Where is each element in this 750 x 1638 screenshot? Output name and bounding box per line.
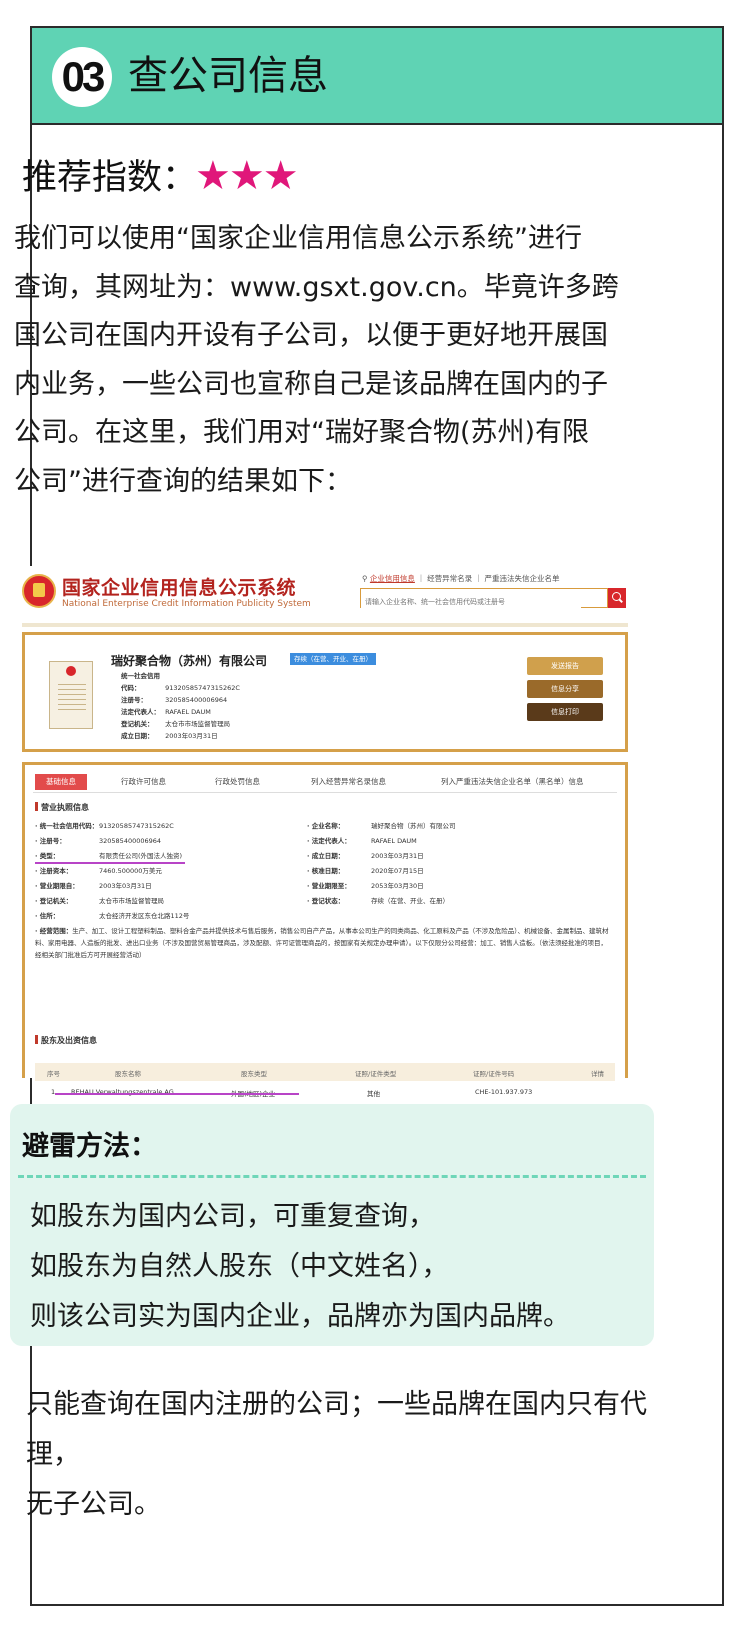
header-divider <box>22 623 628 627</box>
note-line: 无子公司。 <box>26 1489 161 1520</box>
company-summary: 瑞好聚合物（苏州）有限公司 存续（在营、开业、在册） 统一社会信用代码： 913… <box>22 632 628 752</box>
company-field: 统一社会信用代码： 91320585747315262C <box>121 672 240 692</box>
detail-field: · 住所： 太仓经济开发区东仓北路112号 <box>35 912 190 920</box>
rating-stars: ★★★ <box>195 153 299 199</box>
share-info-button[interactable]: 信息分享 <box>527 680 603 698</box>
site-subtitle: National Enterprise Credit Information P… <box>62 599 311 609</box>
detail-tabs: 基础信息 行政许可信息 行政处罚信息 列入经营异常名录信息 列入严重违法失信企业… <box>33 771 617 793</box>
send-report-button[interactable]: 发送报告 <box>527 657 603 675</box>
print-info-button[interactable]: 信息打印 <box>527 703 603 721</box>
intro-line: 我们可以使用“国家企业信用信息公示系统”进行 <box>14 223 582 254</box>
section-header: 03 查公司信息 <box>32 28 722 125</box>
detail-field: · 法定代表人： RAFAEL DAUM <box>307 837 417 845</box>
intro-line: 国公司在国内开设有子公司，以便于更好地开展国 <box>14 320 608 351</box>
section-title: 查公司信息 <box>128 53 328 99</box>
shareholder-table-header: 序号 股东名称 股东类型 证照/证件类型 证照/证件号码 详情 <box>35 1063 615 1081</box>
shareholder-section-title: 股东及出资信息 <box>35 1035 97 1046</box>
link-abnormal-list[interactable]: 经营异常名录 <box>427 574 472 583</box>
national-emblem-icon <box>22 574 56 608</box>
tab-license[interactable]: 行政许可信息 <box>121 776 166 787</box>
search-input[interactable] <box>361 594 581 610</box>
company-name: 瑞好聚合物（苏州）有限公司 <box>111 654 268 668</box>
section-number: 03 <box>52 47 112 107</box>
top-links: ⚲ 企业信用信息 ｜ 经营异常名录 ｜ 严重违法失信企业名单 <box>362 574 560 583</box>
tips-box: 避雷方法： 如股东为国内公司，可重复查询， 如股东为自然人股东（中文姓名）， 则… <box>10 1104 654 1346</box>
detail-field: · 营业期限自： 2003年03月31日 <box>35 882 152 890</box>
detail-panel: 基础信息 行政许可信息 行政处罚信息 列入经营异常名录信息 列入严重违法失信企业… <box>22 762 628 1098</box>
detail-field: · 登记状态： 存续（在营、开业、在册） <box>307 897 449 905</box>
intro-line: 内业务，一些公司也宣称自己是该品牌在国内的子 <box>14 368 608 400</box>
intro-line: 公司。在这里，我们用对“瑞好聚合物(苏州)有限 <box>14 417 590 448</box>
status-badge: 存续（在营、开业、在册） <box>290 653 376 665</box>
detail-field: · 统一社会信用代码：91320585747315262C <box>35 822 174 830</box>
company-field: 法定代表人： RAFAEL DAUM <box>121 708 211 716</box>
detail-field: · 类型： 有限责任公司(外国法人独资) <box>35 852 183 860</box>
detail-field: · 登记机关： 太仓市市场监督管理局 <box>35 897 164 905</box>
search-box <box>360 588 608 610</box>
company-fields: 统一社会信用代码： 91320585747315262C 注册号： 320585… <box>121 670 240 742</box>
detail-field: · 核准日期： 2020年07月15日 <box>307 867 424 875</box>
intro-line: 查询，其网址为：www.gsxt.gov.cn。毕竟许多跨 <box>14 271 619 303</box>
intro-line: 公司”进行查询的结果如下： <box>14 465 352 497</box>
company-field: 注册号： 320585400006964 <box>121 696 228 704</box>
license-image <box>49 661 93 729</box>
intro-paragraph: 我们可以使用“国家企业信用信息公示系统”进行 查询，其网址为：www.gsxt.… <box>14 215 684 506</box>
rating-label: 推荐指数： <box>22 158 198 198</box>
company-field: 成立日期： 2003年03月31日 <box>121 732 218 740</box>
note-paragraph: 只能查询在国内注册的公司；一些品牌在国内只有代理， 无子公司。 <box>26 1380 676 1530</box>
dashed-divider <box>18 1175 646 1178</box>
tab-penalty[interactable]: 行政处罚信息 <box>215 776 260 787</box>
tab-blacklist[interactable]: 列入严重违法失信企业名单（黑名单）信息 <box>441 776 584 787</box>
detail-field: · 注册号： 320585400006964 <box>35 837 162 845</box>
tab-abnormal[interactable]: 列入经营异常名录信息 <box>311 776 386 787</box>
detail-field: · 营业期限至： 2053年03月30日 <box>307 882 424 890</box>
highlight-underline <box>55 1093 299 1095</box>
link-blacklist[interactable]: 严重违法失信企业名单 <box>484 574 559 583</box>
link-credit-info[interactable]: 企业信用信息 <box>370 574 415 583</box>
tab-basic-info[interactable]: 基础信息 <box>35 774 87 790</box>
gsxt-screenshot: 国家企业信用信息公示系统 National Enterprise Credit … <box>22 566 628 1098</box>
business-scope: · 经营范围：生产、加工、设计工程塑料制品、塑料合金产品并提供技术与售后服务，销… <box>35 927 609 959</box>
tips-line: 如股东为自然人股东（中文姓名）， <box>30 1251 449 1282</box>
tips-line: 则该公司实为国内企业，品牌亦为国内品牌。 <box>30 1301 570 1332</box>
site-title: 国家企业信用信息公示系统 <box>62 577 297 599</box>
license-section-title: 营业执照信息 <box>35 802 89 813</box>
detail-field: · 企业名称： 瑞好聚合物（苏州）有限公司 <box>307 822 456 830</box>
search-small-icon: ⚲ <box>362 574 370 583</box>
company-field: 登记机关： 太仓市市场监督管理局 <box>121 720 231 728</box>
detail-field: · 注册资本： 7460.500000万美元 <box>35 867 162 875</box>
highlight-underline <box>35 862 185 864</box>
tips-line: 如股东为国内公司，可重复查询， <box>30 1201 435 1232</box>
note-line: 只能查询在国内注册的公司；一些品牌在国内只有代理， <box>26 1389 647 1470</box>
detail-field: · 成立日期： 2003年03月31日 <box>307 852 424 860</box>
search-button[interactable] <box>608 588 626 608</box>
tips-title: 避雷方法： <box>22 1131 157 1162</box>
